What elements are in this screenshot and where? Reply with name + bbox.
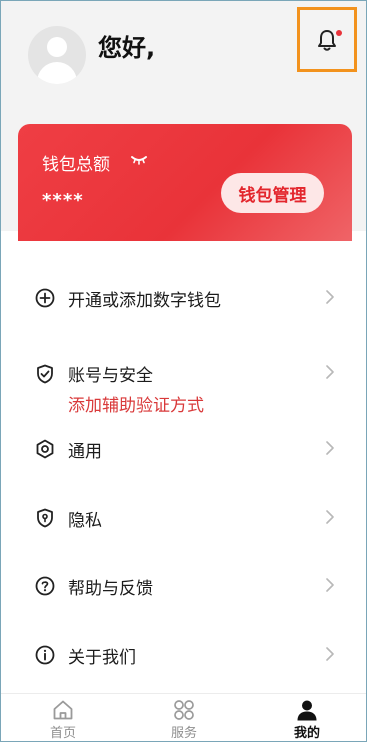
chevron-right-icon xyxy=(326,578,334,592)
shield-check-icon xyxy=(37,364,53,384)
menu-panel: 开通或添加数字钱包 账号与安全 添加辅助验证方式 通用 隐私 帮助与反馈 关于我… xyxy=(1,241,366,693)
privacy-shield-icon xyxy=(37,508,53,528)
menu-item-account-security[interactable]: 账号与安全 添加辅助验证方式 xyxy=(1,345,366,419)
services-grid-icon xyxy=(174,700,194,720)
wallet-masked-amount: **** xyxy=(42,190,84,211)
bell-icon xyxy=(318,29,336,51)
menu-item-label: 关于我们 xyxy=(68,648,136,668)
wallet-manage-button[interactable]: 钱包管理 xyxy=(221,173,324,213)
menu-item-privacy[interactable]: 隐私 xyxy=(1,490,366,546)
tab-services[interactable]: 服务 xyxy=(144,694,224,741)
menu-item-label: 隐私 xyxy=(68,511,102,531)
chevron-right-icon xyxy=(326,647,334,661)
tab-label: 首页 xyxy=(49,726,76,741)
notification-badge-dot xyxy=(336,30,342,36)
notification-button[interactable] xyxy=(297,7,357,72)
eye-closed-icon[interactable] xyxy=(130,150,148,168)
bottom-tab-bar: 首页 服务 我的 xyxy=(1,693,366,741)
menu-item-general[interactable]: 通用 xyxy=(1,421,366,477)
menu-item-sublabel: 添加辅助验证方式 xyxy=(68,396,204,416)
wallet-total-label: 钱包总额 xyxy=(42,155,110,175)
tab-home[interactable]: 首页 xyxy=(23,694,103,741)
menu-item-label: 账号与安全 xyxy=(68,366,153,386)
person-icon xyxy=(297,700,317,721)
avatar-body xyxy=(37,62,77,84)
chevron-right-icon xyxy=(326,365,334,379)
app-screen: 您好, 钱包总额 **** 钱包管理 开通或添加数字钱包 账号与安全 添加辅助验… xyxy=(0,0,367,742)
chevron-right-icon xyxy=(326,441,334,455)
tab-label: 我的 xyxy=(293,726,320,741)
greeting-text: 您好, xyxy=(98,34,156,62)
home-icon xyxy=(53,700,73,720)
menu-item-add-wallet[interactable]: 开通或添加数字钱包 xyxy=(1,269,366,325)
settings-hex-icon xyxy=(36,439,54,459)
avatar[interactable] xyxy=(28,26,86,84)
menu-item-label: 通用 xyxy=(68,442,102,462)
menu-item-about-us[interactable]: 关于我们 xyxy=(1,627,366,683)
avatar-head xyxy=(47,37,67,57)
plus-circle-icon xyxy=(35,288,55,308)
info-circle-icon xyxy=(35,645,55,665)
question-circle-icon xyxy=(35,576,55,596)
menu-item-label: 开通或添加数字钱包 xyxy=(68,291,221,311)
menu-item-help-feedback[interactable]: 帮助与反馈 xyxy=(1,557,366,613)
chevron-right-icon xyxy=(326,510,334,524)
tab-mine[interactable]: 我的 xyxy=(267,694,347,741)
menu-item-label: 帮助与反馈 xyxy=(68,579,153,599)
chevron-right-icon xyxy=(326,290,334,304)
tab-label: 服务 xyxy=(170,726,197,741)
